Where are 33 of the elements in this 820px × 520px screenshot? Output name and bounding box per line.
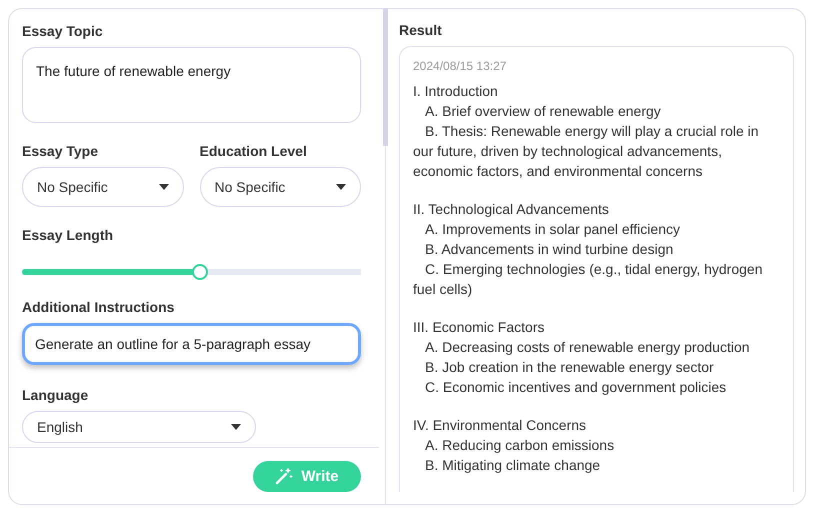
field-label: Education Level — [200, 143, 308, 159]
caret-icon — [231, 424, 241, 430]
outline-heading: IV. Environmental Concerns — [413, 416, 588, 435]
scrollbar[interactable] — [383, 9, 388, 146]
result-title: Result — [399, 22, 443, 38]
dropdown[interactable]: No Specific — [200, 167, 361, 207]
outline-item: B. Job creation in the renewable energy sector — [424, 358, 715, 377]
outline-item: A. Reducing carbon emissions — [424, 436, 616, 455]
outline-item: C. Economic incentives and government policies — [424, 378, 728, 397]
instructions-field[interactable]: Generate an outline for a 5-paragraph essay — [22, 323, 361, 365]
field-label: Additional Instructions — [22, 299, 176, 315]
outline-item: A. Brief overview of renewable energy — [424, 102, 662, 121]
outline-heading: I. Introduction — [413, 82, 499, 101]
outline-item: C. Emerging technologies (e.g., tidal energy, hydrogen fuel cells) — [413, 260, 764, 299]
outline-item: B. Thesis: Renewable energy will play a crucial role in our future, driven by technological advancements, economic factors, and environmental concerns — [413, 122, 760, 181]
topic-field[interactable]: The future of renewable energy — [22, 47, 361, 123]
language-dropdown[interactable]: English — [22, 411, 256, 443]
timestamp: 2024/08/15 13:27 — [413, 59, 508, 73]
dropdown[interactable]: No Specific — [22, 167, 184, 207]
field-label: Language — [22, 387, 90, 403]
outline-item: B. Mitigating climate change — [424, 456, 602, 475]
caret-icon — [158, 184, 168, 190]
magic-wand-icon — [275, 467, 294, 485]
field-label: Essay Topic — [22, 23, 104, 39]
outline-item: A. Improvements in solar panel efficiency — [424, 220, 681, 239]
field-label: Essay Length — [22, 227, 114, 243]
field-label: Essay Type — [22, 143, 100, 159]
outline-item: A. Decreasing costs of renewable energy production — [424, 338, 751, 357]
outline-item: B. Advancements in wind turbine design — [424, 240, 674, 259]
slider-thumb[interactable] — [192, 264, 208, 280]
outline-heading: III. Economic Factors — [413, 318, 546, 337]
outline-heading: II. Technological Advancements — [413, 200, 610, 219]
caret-icon — [336, 184, 346, 190]
